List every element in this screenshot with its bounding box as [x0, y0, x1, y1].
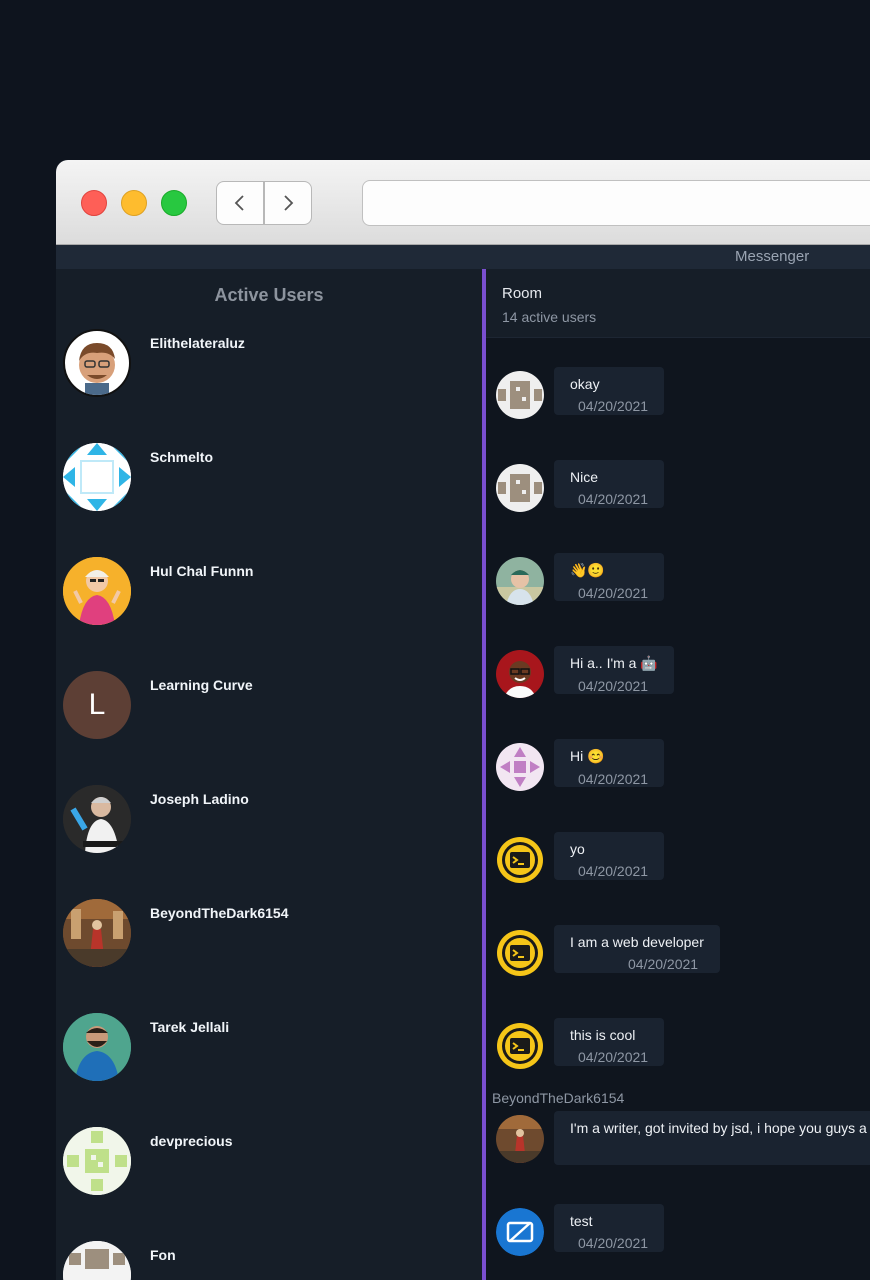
message-bubble: this is cool 04/20/2021 — [554, 1018, 665, 1066]
avatar — [63, 1241, 131, 1280]
message-date: 04/20/2021 — [578, 585, 649, 601]
title-bar — [56, 160, 870, 245]
sidebar-title: Active Users — [214, 285, 324, 305]
minimize-window-button[interactable] — [121, 190, 147, 216]
maximize-window-button[interactable] — [161, 190, 187, 216]
message-bubble: okay 04/20/2021 — [554, 367, 665, 415]
message-date: 04/20/2021 — [578, 1235, 649, 1251]
message: this is cool 04/20/2021 — [496, 1018, 870, 1078]
browser-window: Messenger Active Users Elithelateraluz S… — [56, 160, 870, 1280]
message-date: 04/20/2021 — [578, 771, 649, 787]
user-item[interactable]: Tarek Jellali — [63, 1013, 473, 1083]
user-name: Hul Chal Funnn — [150, 563, 254, 579]
user-name: Joseph Ladino — [150, 791, 249, 807]
close-window-button[interactable] — [81, 190, 107, 216]
message-text: this is cool — [570, 1027, 636, 1043]
user-item[interactable]: devprecious — [63, 1127, 473, 1197]
room-header: Room 14 active users — [486, 269, 870, 338]
user-item[interactable]: Fon — [63, 1241, 473, 1280]
chat-panel: Room 14 active users okay 04/20/2021 Nic… — [486, 269, 870, 1280]
message-bubble: Hi a.. I'm a 🤖 04/20/2021 — [554, 646, 674, 694]
avatar — [63, 1013, 131, 1081]
message-sender: BeyondTheDark6154 — [492, 1090, 625, 1106]
avatar — [496, 650, 544, 698]
app-header: Messenger — [56, 245, 870, 270]
user-name: devprecious — [150, 1133, 233, 1149]
user-name: BeyondTheDark6154 — [150, 905, 289, 921]
avatar — [63, 785, 131, 853]
avatar — [496, 1115, 544, 1163]
user-item[interactable]: Elithelateraluz — [63, 329, 473, 399]
terminal-icon — [496, 1022, 544, 1070]
avatar — [496, 371, 544, 419]
message-bubble: I am a web developer 04/20/2021 — [554, 925, 720, 973]
avatar-initial: L — [88, 688, 106, 721]
user-name: Schmelto — [150, 449, 214, 465]
message-bubble: test 04/20/2021 — [554, 1204, 665, 1252]
message: I am a web developer 04/20/2021 — [496, 925, 870, 985]
message-date: 04/20/2021 — [628, 956, 699, 972]
avatar — [63, 443, 131, 511]
message-text: test — [570, 1213, 593, 1229]
message-text: I am a web developer — [570, 934, 704, 950]
user-name: Fon — [150, 1247, 176, 1263]
user-item[interactable]: Hul Chal Funnn — [63, 557, 473, 627]
avatar — [63, 899, 131, 967]
avatar — [63, 557, 131, 625]
edit-icon — [496, 1208, 544, 1256]
chevron-right-icon — [284, 195, 294, 211]
avatar: L — [63, 671, 131, 739]
message-text: I'm a writer, got invited by jsd, i hope… — [570, 1120, 867, 1136]
forward-button[interactable] — [264, 181, 312, 225]
message-text: yo — [570, 841, 585, 857]
message-date: 04/20/2021 — [578, 491, 649, 507]
user-item[interactable]: Joseph Ladino — [63, 785, 473, 855]
message: Hi a.. I'm a 🤖 04/20/2021 — [496, 646, 870, 706]
message-text: Nice — [570, 469, 599, 485]
message-date: 04/20/2021 — [578, 678, 649, 694]
room-subtitle: 14 active users — [502, 309, 597, 325]
avatar — [496, 557, 544, 605]
terminal-icon — [496, 836, 544, 884]
avatar — [496, 464, 544, 512]
message: test 04/20/2021 — [496, 1204, 870, 1264]
user-item[interactable]: L Learning Curve — [63, 671, 473, 741]
user-name: Learning Curve — [150, 677, 253, 693]
user-name: Elithelateraluz — [150, 335, 245, 351]
message-text: okay — [570, 376, 600, 392]
message-bubble: yo 04/20/2021 — [554, 832, 665, 880]
message: Nice 04/20/2021 — [496, 460, 870, 520]
back-button[interactable] — [216, 181, 264, 225]
message-date: 04/20/2021 — [578, 863, 649, 879]
avatar — [63, 329, 131, 397]
message-date: 04/20/2021 — [578, 1049, 649, 1065]
avatar — [63, 1127, 131, 1195]
message: I'm a writer, got invited by jsd, i hope… — [496, 1111, 870, 1171]
message: 👋🙂 04/20/2021 — [496, 553, 870, 613]
room-title: Room — [502, 285, 543, 302]
user-name: Tarek Jellali — [150, 1019, 230, 1035]
message: okay 04/20/2021 — [496, 367, 870, 427]
active-users-sidebar: Active Users Elithelateraluz Schmelto Hu… — [56, 269, 482, 1280]
app-title: Messenger — [735, 248, 810, 265]
message-text: 👋🙂 — [570, 562, 605, 578]
avatar — [496, 743, 544, 791]
message-bubble: Nice 04/20/2021 — [554, 460, 665, 508]
chevron-left-icon — [234, 195, 244, 211]
terminal-icon — [496, 929, 544, 977]
message-bubble: I'm a writer, got invited by jsd, i hope… — [554, 1111, 870, 1165]
message: yo 04/20/2021 — [496, 832, 870, 892]
user-item[interactable]: BeyondTheDark6154 — [63, 899, 473, 969]
user-item[interactable]: Schmelto — [63, 443, 473, 513]
message-bubble: 👋🙂 04/20/2021 — [554, 553, 665, 601]
message-text: Hi 😊 — [570, 748, 605, 764]
message-text: Hi a.. I'm a 🤖 — [570, 655, 658, 671]
address-bar[interactable] — [362, 180, 870, 226]
message-date: 04/20/2021 — [578, 398, 649, 414]
message-bubble: Hi 😊 04/20/2021 — [554, 739, 665, 787]
message: Hi 😊 04/20/2021 — [496, 739, 870, 799]
